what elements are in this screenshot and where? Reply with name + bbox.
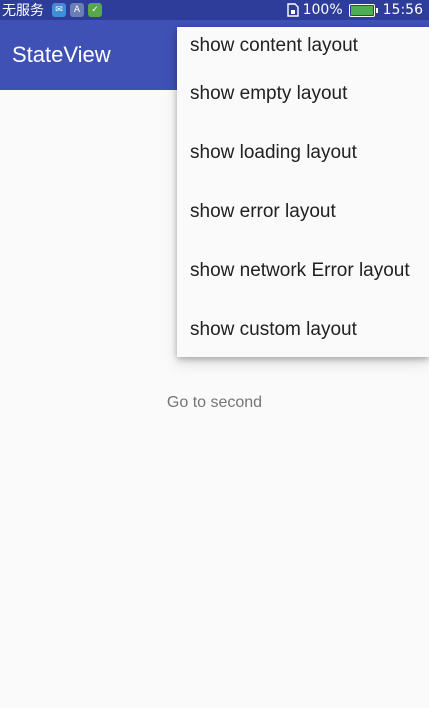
menu-item-show-custom[interactable]: show custom layout [177,300,429,359]
status-bar: 无服务 ✉ A ✓ 100% 15:56 [0,0,429,20]
go-to-second-link[interactable]: Go to second [0,394,429,412]
status-left: 无服务 ✉ A ✓ [2,0,102,20]
menu-item-show-content[interactable]: show content layout [177,27,429,64]
menu-item-show-error[interactable]: show error layout [177,182,429,241]
screen: 无服务 ✉ A ✓ 100% 15:56 StateView Go to sec… [0,0,429,708]
sim-card-icon [286,3,299,17]
status-right: 100% 15:56 [286,2,423,18]
battery-percent: 100% [302,2,343,18]
menu-item-show-empty[interactable]: show empty layout [177,64,429,123]
a-app-icon: A [70,3,84,17]
battery-icon [348,3,378,17]
carrier-text: 无服务 [2,3,44,19]
page-title: StateView [12,42,111,67]
clock: 15:56 [382,2,423,18]
battery-fill [350,5,373,15]
green-app-icon: ✓ [88,3,102,17]
menu-item-show-loading[interactable]: show loading layout [177,123,429,182]
message-icon: ✉ [52,3,66,17]
menu-item-show-network-error[interactable]: show network Error layout [177,241,429,300]
overflow-menu: show content layout show empty layout sh… [177,27,429,357]
